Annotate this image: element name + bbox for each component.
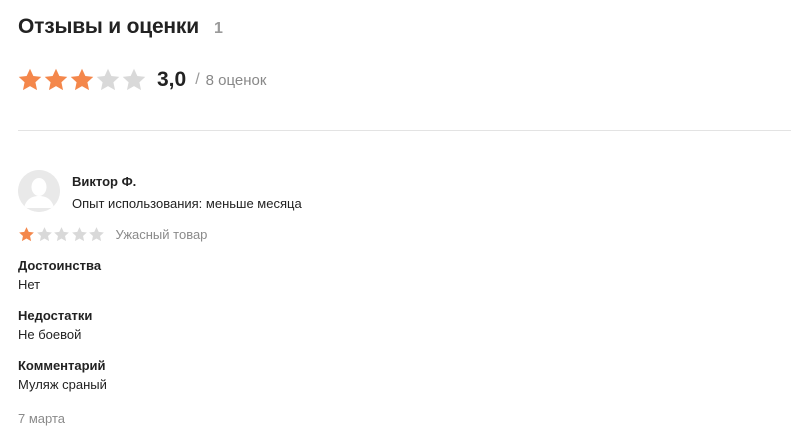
cons-title: Недостатки	[18, 308, 93, 323]
author-name: Виктор Ф.	[72, 174, 137, 189]
review-rating-row: Ужасный товар	[18, 226, 778, 243]
user-silhouette-icon	[18, 170, 60, 212]
comment-text: Муляж сраный	[18, 377, 107, 392]
summary-stars	[17, 67, 147, 93]
pros-title: Достоинства	[18, 258, 102, 273]
star-filled-icon	[18, 226, 35, 243]
review-stars	[18, 226, 106, 243]
review-verdict: Ужасный товар	[115, 227, 208, 242]
review-card: Виктор Ф. Опыт использования: меньше мес…	[18, 170, 778, 426]
rating-summary: 3,0 / 8 оценок	[17, 66, 266, 94]
usage-duration: Опыт использования: меньше месяца	[72, 196, 302, 211]
reviews-header: Отзывы и оценки 1	[18, 15, 223, 39]
review-count: 1	[213, 20, 223, 37]
section-divider	[18, 130, 791, 131]
page-title: Отзывы и оценки	[18, 15, 199, 38]
star-empty-icon	[121, 67, 147, 93]
review-date: 7 марта	[18, 411, 65, 426]
author-info: Виктор Ф. Опыт использования: меньше мес…	[72, 170, 302, 212]
avatar	[18, 170, 60, 212]
comment-title: Комментарий	[18, 358, 106, 373]
comment-section: Комментарий Муляж сраный	[18, 357, 778, 393]
score-separator: /	[195, 71, 200, 88]
average-score: 3,0	[157, 68, 187, 91]
star-empty-icon	[53, 226, 70, 243]
cons-section: Недостатки Не боевой	[18, 307, 778, 343]
star-empty-icon	[95, 67, 121, 93]
star-filled-icon	[43, 67, 69, 93]
ratings-count: 8 оценок	[205, 71, 267, 89]
pros-text: Нет	[18, 277, 41, 292]
review-author-row: Виктор Ф. Опыт использования: меньше мес…	[18, 170, 778, 212]
star-filled-icon	[17, 67, 43, 93]
star-filled-icon	[69, 67, 95, 93]
cons-text: Не боевой	[18, 327, 82, 342]
star-empty-icon	[71, 226, 88, 243]
pros-section: Достоинства Нет	[18, 257, 778, 293]
star-empty-icon	[88, 226, 105, 243]
star-empty-icon	[36, 226, 53, 243]
